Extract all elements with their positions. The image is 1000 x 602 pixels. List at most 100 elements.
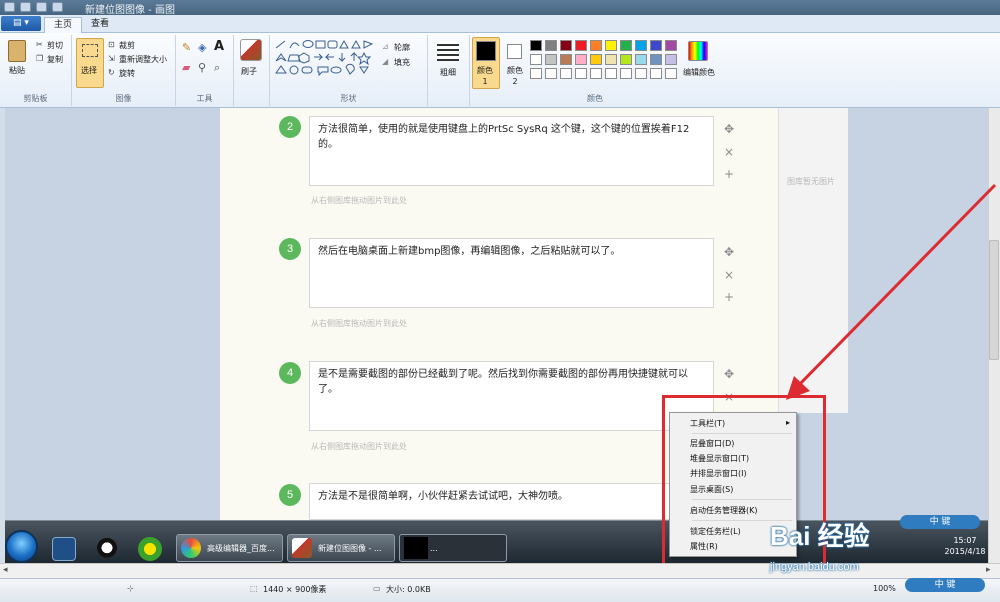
edit-colors-icon[interactable]	[688, 41, 708, 61]
palette-color-swatch[interactable]	[530, 40, 542, 51]
palette-color-swatch[interactable]	[530, 54, 542, 65]
step-text-box[interactable]: 然后在电脑桌面上新建bmp图像，再编辑图像，之后粘贴就可以了。	[309, 238, 714, 308]
ime-indicator[interactable]: 中 键	[900, 515, 980, 529]
brushes-button[interactable]: 刷子	[241, 66, 257, 77]
cursor-position-icon: ⊹	[127, 584, 134, 593]
palette-color-swatch[interactable]	[545, 68, 557, 79]
baidu-watermark: Bai 经验	[770, 521, 870, 551]
close-icon[interactable]: ×	[722, 268, 736, 282]
cut-button[interactable]: 剪切	[47, 40, 63, 51]
taskbar-clock[interactable]: 15:07 2015/4/18	[943, 535, 987, 557]
scroll-left-icon[interactable]: ◂	[3, 565, 8, 575]
add-icon[interactable]: +	[722, 290, 736, 304]
move-icon[interactable]: ✥	[722, 122, 736, 136]
edit-colors-button[interactable]: 编辑颜色	[683, 67, 715, 78]
text-tool-icon[interactable]: A	[214, 39, 224, 54]
color2-swatch[interactable]	[507, 44, 522, 59]
palette-color-swatch[interactable]	[560, 40, 572, 51]
file-menu-button[interactable]: ▤ ▾	[1, 16, 41, 31]
color1-swatch[interactable]	[476, 41, 496, 61]
clipboard-group-label: 剪贴板	[23, 94, 48, 103]
palette-color-swatch[interactable]	[560, 68, 572, 79]
palette-color-swatch[interactable]	[635, 68, 647, 79]
copy-button[interactable]: 复制	[47, 54, 63, 65]
size-group: 粗细	[428, 35, 470, 106]
palette-color-swatch[interactable]	[620, 68, 632, 79]
color1-label[interactable]: 颜色 1	[477, 65, 493, 87]
move-icon[interactable]: ✥	[722, 367, 736, 381]
line-width-icon[interactable]	[437, 41, 459, 61]
eraser-icon[interactable]: ▰	[182, 61, 190, 74]
clipboard-group: 粘贴 ✂ 剪切 ❐ 复制 剪贴板	[0, 35, 72, 106]
redo-quick-icon[interactable]	[52, 2, 63, 12]
palette-color-swatch[interactable]	[605, 40, 617, 51]
palette-color-swatch[interactable]	[575, 40, 587, 51]
close-icon[interactable]: ×	[722, 145, 736, 159]
tab-view[interactable]: 查看	[82, 17, 118, 33]
palette-color-swatch[interactable]	[665, 68, 677, 79]
select-button[interactable]: 选择	[81, 65, 97, 76]
palette-color-swatch[interactable]	[575, 68, 587, 79]
palette-color-swatch[interactable]	[545, 54, 557, 65]
move-icon[interactable]: ✥	[722, 245, 736, 259]
palette-color-swatch[interactable]	[665, 54, 677, 65]
pencil-icon[interactable]: ✎	[182, 41, 191, 54]
palette-color-swatch[interactable]	[575, 54, 587, 65]
palette-color-swatch[interactable]	[530, 68, 542, 79]
drag-image-hint: 从右侧图库拖动图片到此处	[311, 442, 407, 451]
step-text-box[interactable]: 方法很简单，使用的就是使用键盘上的PrtSc SysRq 这个键，这个键的位置挨…	[309, 116, 714, 186]
zoom-level: 100%	[873, 584, 896, 593]
ime-indicator[interactable]: 中 键	[905, 578, 985, 592]
qq-penguin-icon[interactable]	[95, 537, 119, 561]
color-picker-icon[interactable]: ⚲	[198, 61, 206, 74]
drag-image-hint: 从右侧图库拖动图片到此处	[311, 196, 407, 205]
add-icon[interactable]: +	[722, 167, 736, 181]
select-button-bg[interactable]	[76, 38, 104, 88]
app-green-icon[interactable]	[138, 537, 162, 561]
annotation-arrow	[786, 183, 997, 400]
palette-color-swatch[interactable]	[650, 68, 662, 79]
undo-quick-icon[interactable]	[36, 2, 47, 12]
brush-icon[interactable]	[240, 39, 262, 61]
palette-color-swatch[interactable]	[590, 68, 602, 79]
step-number: 3	[279, 238, 301, 260]
start-button-icon[interactable]	[5, 530, 38, 563]
browser-icon	[181, 538, 201, 558]
step-text-box[interactable]: 是不是需要截图的部份已经截到了呢。然后找到你需要截图的部份再用快捷键就可以了。	[309, 361, 714, 431]
palette-color-swatch[interactable]	[605, 68, 617, 79]
palette-color-swatch[interactable]	[605, 54, 617, 65]
fill-button[interactable]: 填充	[394, 57, 410, 68]
palette-color-swatch[interactable]	[620, 54, 632, 65]
palette-color-swatch[interactable]	[635, 54, 647, 65]
palette-color-swatch[interactable]	[560, 54, 572, 65]
shapes-gallery-icon[interactable]	[274, 39, 378, 79]
palette-color-swatch[interactable]	[635, 40, 647, 51]
colors-group-label: 颜色	[587, 94, 603, 103]
step-text-box[interactable]: 方法是不是很简单啊，小伙伴赶紧去试试吧，大神勿喷。	[309, 483, 714, 520]
palette-color-swatch[interactable]	[650, 40, 662, 51]
palette-color-swatch[interactable]	[620, 40, 632, 51]
paste-icon[interactable]	[8, 40, 26, 62]
paste-button[interactable]: 粘贴	[9, 65, 25, 76]
crop-button[interactable]: 裁剪	[119, 40, 135, 51]
save-quick-icon[interactable]	[20, 2, 31, 12]
tab-home[interactable]: 主页	[44, 17, 83, 33]
rotate-button[interactable]: 旋转	[119, 68, 135, 79]
magnifier-icon[interactable]: ⌕	[214, 61, 220, 75]
size-button[interactable]: 粗细	[440, 67, 456, 78]
fill-bucket-icon[interactable]: ◈	[198, 41, 206, 54]
copy-icon: ❐	[36, 54, 44, 63]
palette-color-swatch[interactable]	[650, 54, 662, 65]
scroll-right-icon[interactable]: ▸	[986, 565, 991, 575]
palette-color-swatch[interactable]	[665, 40, 677, 51]
palette-color-swatch[interactable]	[545, 40, 557, 51]
resize-button[interactable]: 重新调整大小	[119, 54, 167, 65]
outline-button[interactable]: 轮廓	[394, 42, 410, 53]
palette-color-swatch[interactable]	[590, 40, 602, 51]
color2-label[interactable]: 颜色 2	[507, 65, 523, 87]
computer-icon[interactable]	[52, 537, 76, 561]
ribbon: 粘贴 ✂ 剪切 ❐ 复制 剪贴板 选择 ⊡ 裁剪 ⇲ 重新调整大小 ↻ 旋转 图…	[0, 33, 1000, 108]
palette-color-swatch[interactable]	[590, 54, 602, 65]
crop-icon: ⊡	[108, 40, 115, 49]
paint-app-icon[interactable]	[4, 2, 15, 12]
